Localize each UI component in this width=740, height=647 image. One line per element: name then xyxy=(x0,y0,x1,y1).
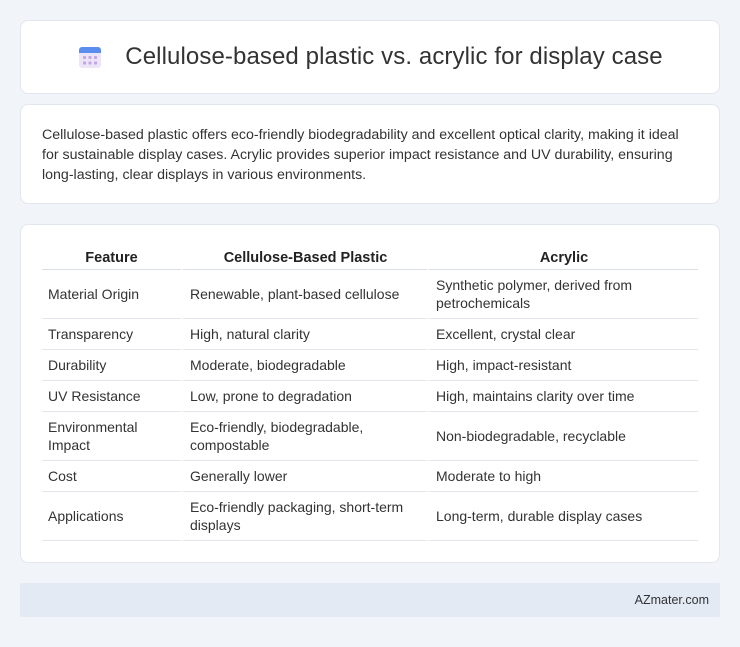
table-row: Transparency High, natural clarity Excel… xyxy=(42,319,698,350)
page-title: Cellulose-based plastic vs. acrylic for … xyxy=(125,43,663,70)
calendar-icon xyxy=(77,44,103,70)
intro-card: Cellulose-based plastic offers eco-frien… xyxy=(20,104,720,204)
table-row: Durability Moderate, biodegradable High,… xyxy=(42,350,698,381)
comparison-table-card: Feature Cellulose-Based Plastic Acrylic … xyxy=(20,224,720,563)
table-row: Environmental Impact Eco-friendly, biode… xyxy=(42,412,698,461)
intro-text: Cellulose-based plastic offers eco-frien… xyxy=(42,127,679,183)
table-cell: Moderate to high xyxy=(427,461,698,492)
table-cell: Cost xyxy=(42,461,181,492)
table-row: Material Origin Renewable, plant-based c… xyxy=(42,270,698,319)
table-cell: Transparency xyxy=(42,319,181,350)
table-cell: UV Resistance xyxy=(42,381,181,412)
table-cell: Applications xyxy=(42,492,181,541)
table-cell: High, natural clarity xyxy=(181,319,427,350)
table-cell: Material Origin xyxy=(42,270,181,319)
footer: AZmater.com xyxy=(20,583,720,617)
table-cell: Long-term, durable display cases xyxy=(427,492,698,541)
header-acrylic: Acrylic xyxy=(427,243,698,270)
comparison-table: Feature Cellulose-Based Plastic Acrylic … xyxy=(42,243,698,541)
table-cell: Non-biodegradable, recyclable xyxy=(427,412,698,461)
table-cell: Eco-friendly, biodegradable, compostable xyxy=(181,412,427,461)
title-card: Cellulose-based plastic vs. acrylic for … xyxy=(20,20,720,94)
footer-source: AZmater.com xyxy=(634,593,709,607)
header-cellulose: Cellulose-Based Plastic xyxy=(181,243,427,270)
table-cell: Renewable, plant-based cellulose xyxy=(181,270,427,319)
table-row: Applications Eco-friendly packaging, sho… xyxy=(42,492,698,541)
table-cell: Excellent, crystal clear xyxy=(427,319,698,350)
table-header-row: Feature Cellulose-Based Plastic Acrylic xyxy=(42,243,698,270)
table-cell: Low, prone to degradation xyxy=(181,381,427,412)
table-cell: Eco-friendly packaging, short-term displ… xyxy=(181,492,427,541)
table-row: UV Resistance Low, prone to degradation … xyxy=(42,381,698,412)
table-cell: Environmental Impact xyxy=(42,412,181,461)
table-cell: Durability xyxy=(42,350,181,381)
table-cell: Generally lower xyxy=(181,461,427,492)
table-cell: Moderate, biodegradable xyxy=(181,350,427,381)
table-cell: Synthetic polymer, derived from petroche… xyxy=(427,270,698,319)
table-cell: High, impact-resistant xyxy=(427,350,698,381)
header-feature: Feature xyxy=(42,243,181,270)
table-row: Cost Generally lower Moderate to high xyxy=(42,461,698,492)
table-cell: High, maintains clarity over time xyxy=(427,381,698,412)
